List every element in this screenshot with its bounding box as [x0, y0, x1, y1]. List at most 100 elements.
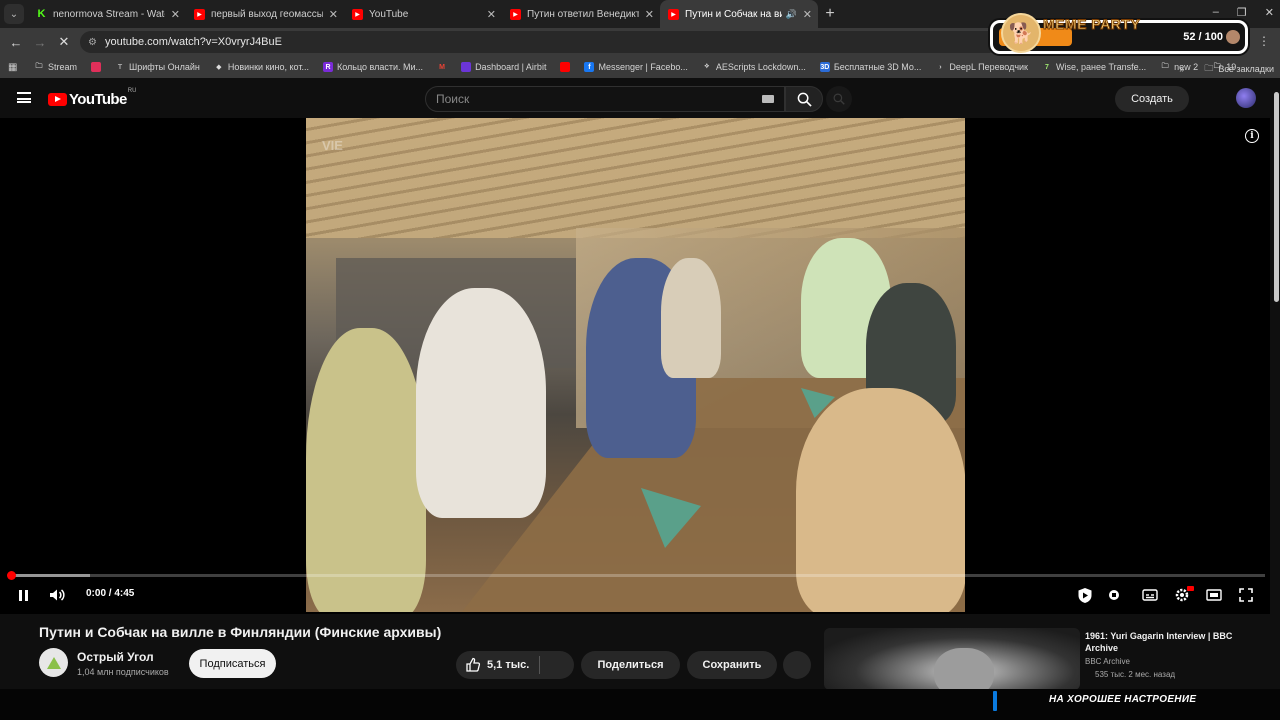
like-count: 5,1 тыс. — [487, 659, 530, 671]
youtube-masthead: YouTube RU Поиск Создать — [0, 78, 1280, 118]
autoplay-toggle[interactable] — [1106, 586, 1122, 604]
bookmark-item[interactable]: R Кольцо власти. Ми... — [323, 62, 423, 72]
bookmark-label: Шрифты Онлайн — [129, 62, 200, 72]
scrollbar-thumb[interactable] — [1274, 92, 1279, 302]
pause-button[interactable] — [12, 587, 34, 603]
all-bookmarks[interactable]: » 🗀 Все закладки — [1179, 61, 1274, 77]
folder-icon: 🗀 — [1161, 62, 1169, 70]
channel-name[interactable]: Острый Угол — [77, 650, 154, 664]
recommendation-channel[interactable]: BBC Archive — [1085, 657, 1130, 666]
tab-audio-icon[interactable]: 🔊 — [786, 9, 797, 20]
thumbnail-face — [934, 648, 994, 690]
recommendation-thumbnail[interactable] — [824, 628, 1080, 690]
recommendation-title[interactable]: 1961: Yuri Gagarin Interview | BBC Archi… — [1085, 630, 1245, 654]
search-input[interactable]: Поиск — [425, 86, 785, 112]
bookmark-item[interactable]: ◆ Новинки кино, кот... — [214, 62, 309, 72]
tab-title: Путин ответил Венедиктову - YouTube — [527, 8, 639, 20]
subtitles-button[interactable] — [1140, 586, 1160, 604]
video-scene-person — [416, 288, 546, 518]
save-button[interactable]: Сохранить — [687, 651, 777, 679]
more-actions-button[interactable] — [783, 651, 811, 679]
close-tab-icon[interactable]: ✕ — [329, 8, 338, 21]
youtube-icon — [560, 62, 571, 72]
page-scrollbar[interactable] — [1272, 82, 1280, 689]
browser-tab[interactable]: ▶ первый выход геомассыча - YouTube ✕ — [186, 0, 344, 28]
country-code: RU — [127, 88, 137, 94]
autoplay-shield-button[interactable] — [1076, 586, 1094, 604]
search-placeholder: Поиск — [436, 92, 470, 106]
bookmark-label: DeepL Переводчик — [949, 62, 1028, 72]
browser-tab[interactable]: ▶ YouTube ✕ — [344, 0, 502, 28]
create-button[interactable]: Создать — [1115, 86, 1189, 112]
settings-button[interactable] — [1172, 586, 1194, 604]
info-icon[interactable]: i — [1245, 129, 1259, 143]
volume-button[interactable] — [46, 587, 68, 603]
tab-title: Путин и Собчак на вилле в Финляндии — [685, 8, 782, 20]
video-frame[interactable]: VIE — [306, 118, 965, 612]
youtube-play-icon — [48, 93, 67, 106]
video-scene-person — [796, 388, 965, 612]
bookmark-item[interactable]: › DeepL Переводчик — [935, 62, 1028, 72]
bookmark-item[interactable]: M — [437, 62, 451, 72]
back-button[interactable]: ← — [4, 35, 28, 50]
stop-loading-button[interactable]: ✕ — [52, 34, 76, 50]
keyboard-icon[interactable] — [762, 95, 774, 103]
share-button[interactable]: Поделиться — [581, 651, 680, 679]
browser-tab[interactable]: ▶ Путин и Собчак на вилле в Финляндии 🔊 ✕ — [660, 0, 818, 28]
channel-avatar[interactable] — [39, 648, 68, 677]
bookmark-item[interactable]: Dashboard | Airbit — [461, 62, 546, 72]
browser-tab[interactable]: Knenormova Stream - Watch Live ✕ — [28, 0, 186, 28]
menu-icon[interactable] — [17, 92, 31, 103]
subscribe-label: Подписаться — [199, 657, 266, 670]
window-controls: – ❐ ✕ — [1213, 6, 1274, 19]
user-avatar[interactable] — [1236, 88, 1256, 108]
gmail-icon: M — [439, 63, 445, 71]
bookmark-item[interactable]: 7 Wise, ранее Transfe... — [1042, 62, 1146, 72]
minimize-icon[interactable]: – — [1213, 6, 1219, 19]
address-bar[interactable]: ⚙ youtube.com/watch?v=X0vryrJ4BuE — [80, 31, 1000, 53]
bookmark-item[interactable] — [91, 62, 105, 72]
scrubber-handle[interactable] — [7, 571, 16, 580]
voice-search-button[interactable] — [826, 86, 852, 112]
deepl-icon: › — [939, 63, 942, 71]
video-player[interactable]: VIE i 0:00 / 4:45 — [0, 118, 1270, 614]
bookmark-list: 🗀 Stream T Шрифты Онлайн ◆ Новинки кино, кот.… — [34, 62, 1250, 72]
bookmark-item[interactable]: 3D Бесплатные 3D Мо... — [819, 62, 922, 72]
browser-menu-icon[interactable]: ⋮ — [1258, 34, 1270, 48]
tab-search-chevron-icon[interactable]: ⌄ — [4, 4, 24, 24]
buffer-bar — [10, 574, 90, 577]
close-tab-icon[interactable]: ✕ — [487, 8, 496, 21]
meme-party-label: MEME PARTY — [1042, 16, 1141, 33]
bookmark-item[interactable] — [560, 62, 574, 72]
url-text: youtube.com/watch?v=X0vryrJ4BuE — [104, 36, 282, 48]
bookmark-label: Бесплатные 3D Мо... — [833, 62, 922, 72]
folder-icon: 🗀 — [35, 62, 43, 70]
new-tab-button[interactable]: + — [820, 5, 840, 23]
video-watermark: VIE — [322, 138, 343, 153]
subscribe-button[interactable]: Подписаться — [189, 649, 276, 678]
bookmark-item[interactable]: f Messenger | Facebo... — [584, 62, 688, 72]
close-tab-icon[interactable]: ✕ — [645, 8, 654, 21]
close-tab-icon[interactable]: ✕ — [803, 8, 812, 21]
close-window-icon[interactable]: ✕ — [1265, 6, 1274, 19]
aescripts-icon: ⟡ — [704, 63, 710, 70]
search-button[interactable] — [785, 86, 823, 112]
like-divider — [539, 656, 541, 674]
like-button[interactable]: 5,1 тыс. — [456, 651, 574, 679]
browser-tab[interactable]: ▶ Путин ответил Венедиктову - YouTube ✕ — [502, 0, 660, 28]
bookmark-item[interactable]: 🗀 Stream — [34, 62, 78, 72]
progress-bar[interactable] — [7, 571, 1265, 580]
forward-button[interactable]: → — [28, 35, 52, 50]
bookmarks-overflow-icon[interactable]: » — [1179, 64, 1184, 74]
site-info-icon[interactable]: ⚙ — [88, 37, 97, 48]
apps-grid-icon[interactable]: ▦ — [8, 62, 22, 73]
youtube-logo[interactable]: YouTube RU — [48, 88, 137, 108]
channel-logo-icon — [46, 656, 61, 669]
fullscreen-button[interactable] — [1236, 586, 1256, 604]
bookmark-item[interactable]: ⟡ AEScripts Lockdown... — [702, 62, 806, 72]
close-tab-icon[interactable]: ✕ — [171, 8, 180, 21]
bookmark-item[interactable]: T Шрифты Онлайн — [115, 62, 200, 72]
maximize-icon[interactable]: ❐ — [1237, 6, 1247, 19]
miniplayer-button[interactable] — [1204, 586, 1224, 604]
notifications-icon[interactable] — [1205, 90, 1223, 108]
